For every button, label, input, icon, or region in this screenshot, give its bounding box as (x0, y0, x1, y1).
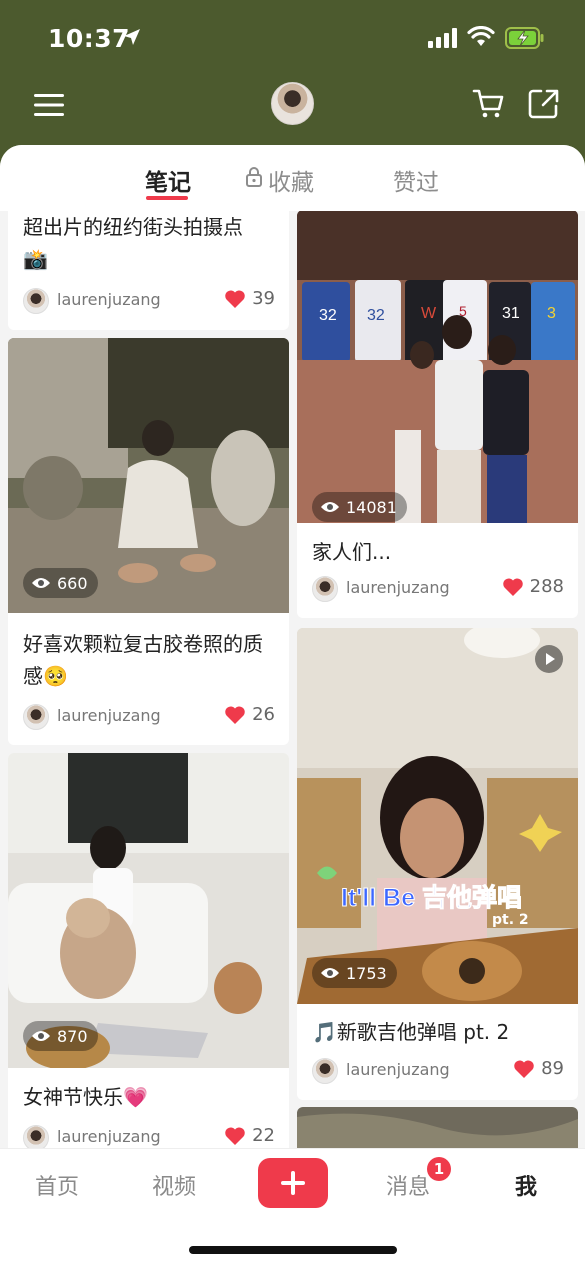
heart-icon (514, 1059, 534, 1078)
wifi-icon (467, 26, 495, 46)
video-play-icon (535, 645, 563, 673)
active-tab-indicator (146, 196, 188, 200)
plus-icon (281, 1171, 305, 1195)
like-number: 22 (252, 1125, 275, 1146)
note-title: 超出片的纽约街头拍摄点 (23, 215, 243, 239)
tab-liked[interactable]: 赞过 (393, 163, 439, 197)
svg-text:3: 3 (547, 305, 556, 322)
svg-text:W: W (421, 305, 437, 322)
svg-text:32: 32 (319, 307, 337, 324)
content-tabs: 笔记 收藏 赞过 (0, 145, 585, 211)
nav-me[interactable]: 我 (515, 1169, 537, 1201)
note-title: 家人们... (312, 540, 392, 564)
like-number: 26 (252, 704, 275, 725)
view-count: 14081 (312, 492, 407, 522)
status-bar: 10:37 (0, 0, 585, 78)
like-count[interactable]: 288 (502, 576, 564, 597)
username[interactable]: laurenjuzang (346, 1060, 450, 1079)
content-sheet: 笔记 收藏 赞过 超出片的纽约街头拍摄点 📸 laurenjuzang 39 3… (0, 145, 585, 1266)
video-overlay-subtext: pt. 2 (492, 912, 529, 928)
note-card[interactable]: 660 好喜欢颗粒复古胶卷照的质感🥺 laurenjuzang 26 (8, 338, 289, 745)
eye-icon (321, 502, 339, 512)
profile-avatar[interactable] (271, 82, 314, 125)
note-card[interactable]: 32 32 W 5 31 3 14081 家人们... laurenjuzang… (297, 211, 578, 618)
user-avatar[interactable] (312, 576, 338, 602)
svg-text:31: 31 (502, 305, 520, 322)
note-title: 好喜欢颗粒复古胶卷照的质感🥺 (23, 632, 263, 688)
heart-icon (225, 289, 245, 308)
like-count[interactable]: 89 (513, 1058, 564, 1079)
user-avatar[interactable] (23, 288, 49, 314)
tab-collections[interactable]: 收藏 (268, 163, 314, 197)
view-number: 660 (57, 573, 88, 593)
video-overlay-text: It'll Be 吉他弹唱 (341, 884, 523, 913)
note-cover-image: 32 32 W 5 31 3 (297, 211, 578, 523)
profile-header (0, 78, 585, 148)
share-icon[interactable] (528, 88, 560, 120)
cellular-signal-icon (428, 28, 457, 48)
note-card[interactable]: It'll Be 吉他弹唱 pt. 2 1753 🎵新歌吉他弹唱 pt. 2 l… (297, 628, 578, 1100)
note-meta: laurenjuzang 89 (312, 1058, 564, 1086)
nav-home[interactable]: 首页 (35, 1169, 79, 1201)
username[interactable]: laurenjuzang (57, 1127, 161, 1146)
note-meta: laurenjuzang 39 (23, 288, 275, 316)
like-number: 288 (529, 576, 564, 597)
eye-icon (321, 968, 339, 978)
message-badge: 1 (427, 1157, 451, 1181)
username[interactable]: laurenjuzang (346, 578, 450, 597)
heart-icon (502, 577, 523, 596)
user-avatar[interactable] (312, 1058, 338, 1084)
location-arrow-icon (124, 29, 140, 45)
create-note-button[interactable] (258, 1158, 328, 1208)
cart-icon[interactable] (472, 88, 506, 120)
note-cover-image (297, 1107, 578, 1149)
view-number: 1753 (346, 963, 387, 983)
view-number: 870 (57, 1026, 88, 1046)
note-meta: laurenjuzang 22 (23, 1125, 275, 1149)
like-count[interactable]: 22 (224, 1125, 275, 1146)
status-time: 10:37 (48, 24, 131, 53)
heart-icon (225, 705, 245, 724)
username[interactable]: laurenjuzang (57, 706, 161, 725)
note-card[interactable] (297, 1107, 578, 1149)
note-card[interactable]: 870 女神节快乐💗 laurenjuzang 22 (8, 753, 289, 1149)
tab-notes[interactable]: 笔记 (145, 163, 191, 197)
heart-icon (225, 1126, 245, 1145)
username[interactable]: laurenjuzang (57, 290, 161, 309)
like-count[interactable]: 39 (224, 288, 275, 309)
user-avatar[interactable] (23, 704, 49, 730)
notes-feed[interactable]: 超出片的纽约街头拍摄点 📸 laurenjuzang 39 32 32 W 5 … (0, 211, 585, 1149)
view-count: 660 (23, 568, 98, 598)
note-card[interactable]: 超出片的纽约街头拍摄点 📸 laurenjuzang 39 (8, 211, 289, 330)
svg-text:32: 32 (367, 307, 385, 324)
view-count: 1753 (312, 958, 397, 988)
like-number: 89 (541, 1058, 564, 1079)
home-indicator (189, 1246, 397, 1254)
note-title-wrap: 超出片的纽约街头拍摄点 📸 (23, 211, 277, 275)
lock-icon (246, 167, 262, 187)
nav-messages[interactable]: 消息 (386, 1169, 430, 1201)
bottom-nav: 首页 视频 消息 1 我 (0, 1148, 585, 1266)
eye-icon (32, 578, 50, 588)
user-avatar[interactable] (23, 1125, 49, 1149)
note-title: 女神节快乐💗 (23, 1085, 148, 1109)
view-count: 870 (23, 1021, 98, 1051)
battery-charging-icon (505, 27, 544, 49)
note-cover-image (297, 628, 578, 1004)
like-count[interactable]: 26 (224, 704, 275, 725)
view-number: 14081 (346, 497, 397, 517)
nav-video[interactable]: 视频 (152, 1169, 196, 1201)
note-meta: laurenjuzang 26 (23, 704, 275, 732)
note-title-emoji: 📸 (23, 247, 48, 271)
menu-icon[interactable] (34, 92, 66, 118)
like-number: 39 (252, 288, 275, 309)
note-meta: laurenjuzang 288 (312, 576, 564, 604)
eye-icon (32, 1031, 50, 1041)
note-title: 🎵新歌吉他弹唱 pt. 2 (312, 1020, 510, 1044)
